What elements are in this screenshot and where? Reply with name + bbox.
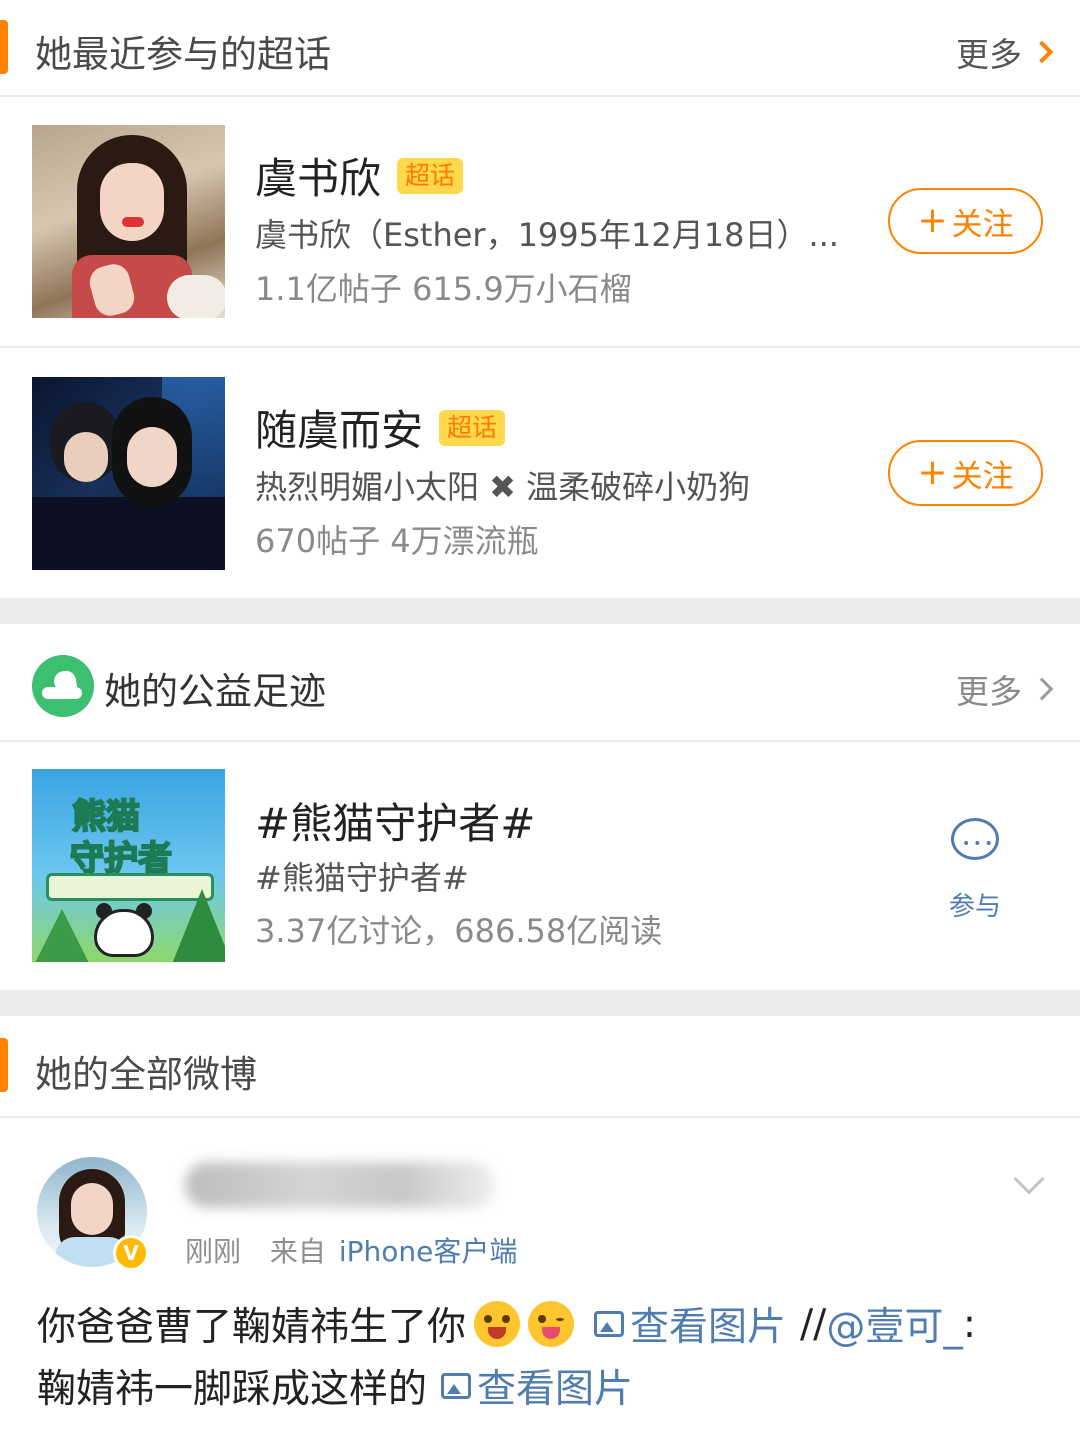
post-text-line-1: 你爸爸曹了鞠婧祎生了你 查看图片 // @壹可_ :	[37, 1296, 1057, 1352]
follow-label: 关注	[951, 458, 1014, 495]
weibo-header: 她的全部微博	[0, 1016, 1080, 1116]
join-button[interactable]: ••• 参与	[940, 818, 1010, 923]
post-text: 鞠婧祎一脚踩成这样的	[37, 1367, 428, 1412]
charity-title: 她的公益足迹	[104, 670, 326, 713]
post-source-link[interactable]: iPhone客户端	[339, 1235, 518, 1268]
mention-link[interactable]: @壹可_	[826, 1296, 963, 1352]
section-separator	[0, 598, 1080, 624]
plus-icon: +	[917, 452, 948, 493]
follow-button[interactable]: + 关注	[888, 188, 1043, 254]
more-label: 更多	[956, 672, 1022, 711]
view-image-label: 查看图片	[630, 1305, 787, 1350]
super-topics-more-link[interactable]: 更多	[956, 28, 1054, 76]
join-label: 参与	[948, 892, 1001, 922]
post-from-label: 来自	[269, 1235, 326, 1268]
super-topic-description: 热烈明媚小太阳 ✖ 温柔破碎小奶狗	[255, 468, 751, 506]
super-topic-badge: 超话	[397, 157, 464, 194]
verified-badge-icon: V	[113, 1235, 149, 1271]
chevron-right-icon	[1030, 40, 1054, 64]
post-meta: 刚刚 来自 iPhone客户端	[185, 1230, 517, 1270]
comment-bubble-icon: •••	[951, 818, 999, 860]
super-topics-title: 她最近参与的超话	[35, 33, 331, 76]
super-topic-stats: 670帖子 4万漂流瓶	[255, 522, 539, 560]
mention-colon: :	[962, 1301, 976, 1347]
super-topic-stats: 1.1亿帖子 615.9万小石榴	[255, 270, 632, 308]
charity-topic-thumbnail[interactable]: 熊猫 守护者	[32, 769, 225, 962]
weibo-section-title: 她的全部微博	[35, 1053, 257, 1096]
super-topics-header: 她最近参与的超话 更多	[0, 0, 1080, 96]
divider	[0, 740, 1080, 742]
image-icon	[594, 1311, 625, 1337]
follow-label: 关注	[951, 206, 1014, 243]
post-text: 你爸爸曹了鞠婧祎生了你	[37, 1305, 467, 1350]
charity-topic-stats: 3.37亿讨论，686.58亿阅读	[255, 912, 663, 950]
charity-topic-subtitle: #熊猫守护者#	[255, 859, 469, 897]
blurred-username[interactable]	[185, 1162, 495, 1208]
super-topic-badge: 超话	[439, 409, 506, 446]
more-label: 更多	[956, 35, 1022, 74]
divider	[0, 1116, 1080, 1118]
super-topic-name: 虞书欣	[255, 154, 382, 203]
view-image-link[interactable]: 查看图片	[427, 1358, 633, 1414]
post-time: 刚刚	[185, 1235, 242, 1268]
laughing-emoji-icon	[474, 1301, 521, 1347]
wink-tongue-emoji-icon	[528, 1301, 575, 1347]
super-topic-description: 虞书欣（Esther，1995年12月18日）...	[255, 216, 839, 254]
follow-button[interactable]: + 关注	[888, 440, 1043, 506]
super-topic-title[interactable]: 随虞而安 超话	[255, 397, 506, 458]
chevron-down-icon[interactable]	[1013, 1163, 1045, 1195]
section-accent-bar	[0, 20, 8, 74]
charity-more-link[interactable]: 更多	[956, 665, 1054, 713]
repost-separator: //	[800, 1301, 827, 1347]
charity-heart-icon	[32, 655, 94, 717]
super-topic-title[interactable]: 虞书欣 超话	[255, 145, 464, 206]
view-image-label: 查看图片	[477, 1367, 634, 1412]
section-separator	[0, 990, 1080, 1016]
charity-topic-title[interactable]: #熊猫守护者#	[255, 790, 535, 851]
post-text-line-2: 鞠婧祎一脚踩成这样的 查看图片	[37, 1358, 1057, 1414]
chevron-right-icon	[1030, 677, 1054, 701]
divider	[0, 346, 1080, 348]
super-topic-name: 随虞而安	[255, 406, 424, 455]
view-image-link[interactable]: 查看图片	[574, 1296, 786, 1352]
image-icon	[441, 1373, 472, 1399]
super-topic-thumbnail[interactable]	[32, 377, 225, 570]
section-accent-bar	[0, 1038, 8, 1092]
plus-icon: +	[917, 200, 948, 241]
super-topic-thumbnail[interactable]	[32, 125, 225, 318]
divider	[0, 95, 1080, 97]
